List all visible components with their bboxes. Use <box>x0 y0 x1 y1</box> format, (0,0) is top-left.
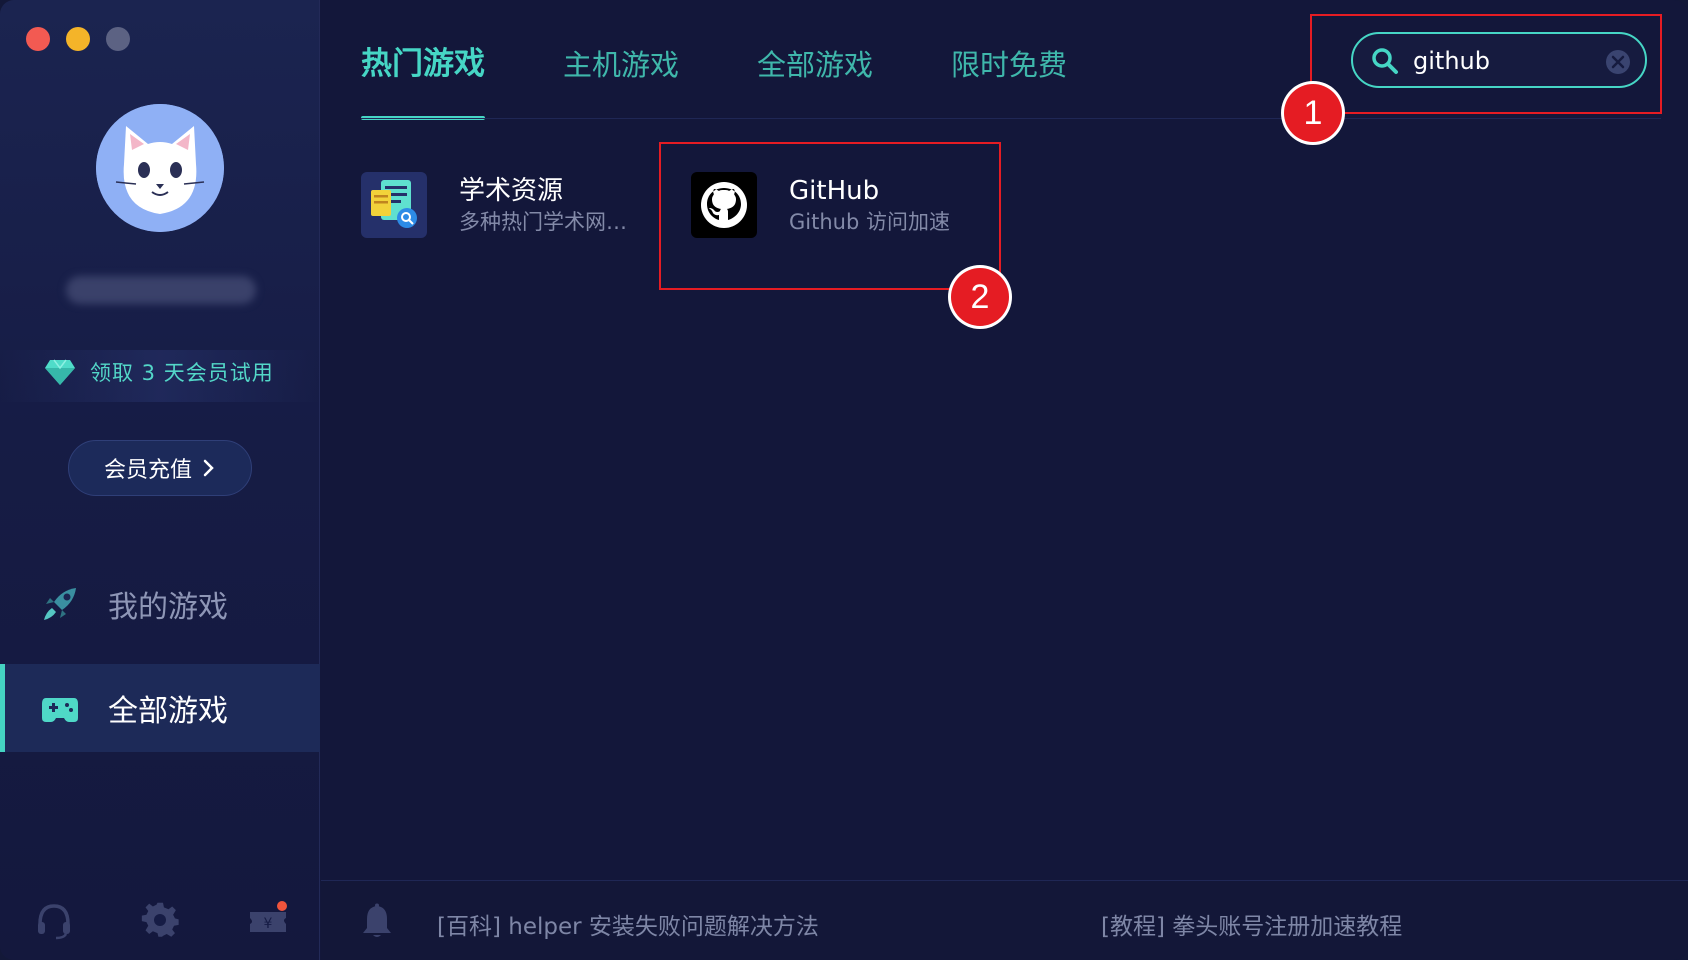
gamepad-icon <box>42 698 78 722</box>
news-link-2[interactable]: [教程] 拳头账号注册加速教程 <box>1101 907 1402 941</box>
diamond-icon <box>45 359 75 385</box>
headset-icon[interactable] <box>34 900 74 940</box>
gear-icon[interactable] <box>140 900 180 940</box>
result-title: 学术资源 <box>459 176 564 206</box>
chevron-right-icon <box>203 459 214 477</box>
sidebar-item-label: 我的游戏 <box>108 590 228 625</box>
news-footer: [百科] helper 安装失败问题解决方法 [教程] 拳头账号注册加速教程 <box>321 880 1688 960</box>
tab-all-games[interactable]: 全部游戏 <box>757 36 873 120</box>
main-content: 热门游戏 主机游戏 全部游戏 限时免费 1 <box>321 0 1688 960</box>
recharge-label: 会员充值 <box>103 458 192 483</box>
notification-dot <box>277 901 287 911</box>
ticket-icon[interactable]: ¥ <box>248 900 288 940</box>
result-subtitle: 多种热门学术网… <box>459 210 627 234</box>
tab-limited-free[interactable]: 限时免费 <box>951 36 1067 120</box>
trial-link[interactable]: 领取 3 天会员试用 <box>44 354 274 390</box>
tab-console-games[interactable]: 主机游戏 <box>563 36 679 120</box>
annotation-box-2 <box>659 142 1001 290</box>
sidebar: 领取 3 天会员试用 会员充值 我的游戏 全部游戏 ¥ <box>0 0 320 960</box>
tab-hot-games[interactable]: 热门游戏 <box>361 36 485 120</box>
sidebar-item-label: 全部游戏 <box>108 694 228 729</box>
news-link-1[interactable]: [百科] helper 安装失败问题解决方法 <box>437 907 819 941</box>
result-card-academic[interactable]: 学术资源 多种热门学术网… <box>361 170 627 240</box>
minimize-window-button[interactable] <box>66 27 90 51</box>
window-controls <box>26 27 130 51</box>
trial-label: 领取 3 天会员试用 <box>90 361 274 385</box>
sidebar-item-all-games[interactable]: 全部游戏 <box>0 664 320 752</box>
svg-text:¥: ¥ <box>264 916 273 932</box>
sidebar-item-my-games[interactable]: 我的游戏 <box>0 560 320 648</box>
username-blurred <box>66 276 256 304</box>
cat-avatar-icon <box>96 104 224 232</box>
rocket-icon <box>44 588 76 620</box>
app-window: 领取 3 天会员试用 会员充值 我的游戏 全部游戏 ¥ 热门游戏 主机游戏 全部… <box>0 0 1688 960</box>
avatar[interactable] <box>96 104 224 232</box>
recharge-button[interactable]: 会员充值 <box>68 440 252 496</box>
annotation-number-2: 2 <box>951 268 1009 326</box>
annotation-box-1 <box>1310 14 1662 114</box>
academic-resource-icon <box>361 172 427 238</box>
bell-icon <box>363 903 391 937</box>
annotation-number-1: 1 <box>1284 84 1342 142</box>
sidebar-bottom-bar: ¥ <box>0 896 320 944</box>
tab-bar: 热门游戏 主机游戏 全部游戏 限时免费 <box>361 36 1145 120</box>
close-window-button[interactable] <box>26 27 50 51</box>
maximize-window-button[interactable] <box>106 27 130 51</box>
tab-divider <box>361 118 1661 119</box>
